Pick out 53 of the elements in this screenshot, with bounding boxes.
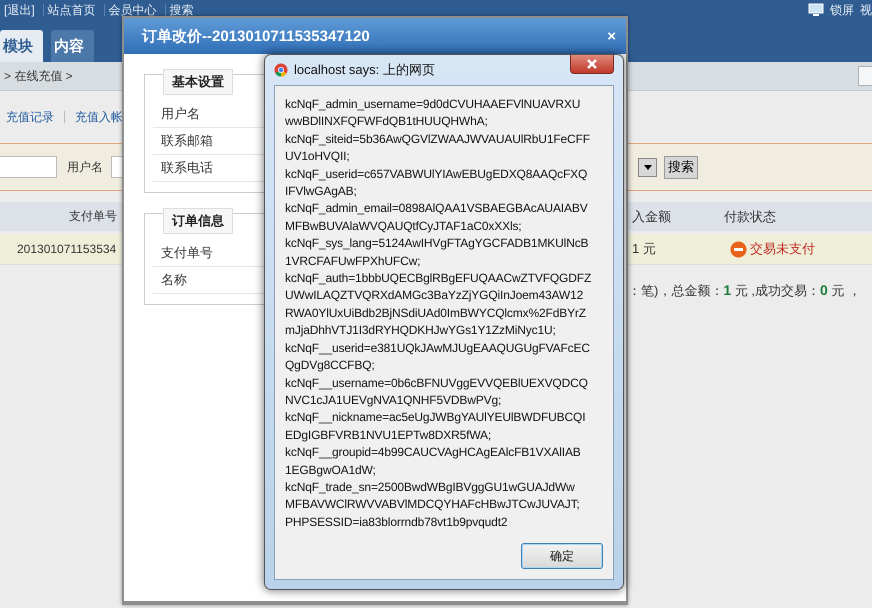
status-text: 交易未支付 — [750, 240, 815, 258]
table-cell: 201301071153534 — [17, 242, 116, 256]
field-label: 用户名 — [67, 158, 103, 176]
column-header: 支付单号 — [69, 208, 117, 225]
alert-title: localhost says: 上的网页 — [294, 61, 435, 79]
breadcrumb: > 在线充值 > — [3, 68, 73, 84]
top-link[interactable]: 搜索 — [166, 4, 202, 16]
browser-icon — [274, 63, 288, 77]
sub-link[interactable]: 充值记录 — [6, 111, 65, 123]
message-line: kcNqF__userid=e381UQkJAwMJUgEAAQUGUgFVAFcEC — [285, 340, 591, 357]
message-line: IFVlwGAgAB; — [285, 183, 358, 200]
message-line: kcNqF_siteid=5b36AwQGVlZWAAJWVAUAUlRbU1FeCFF — [285, 130, 591, 148]
top-link[interactable]: 视 — [860, 2, 872, 18]
dialog-title: 订单改价--2013010711535347120 — [142, 26, 370, 46]
message-line: kcNqF_auth=1bbbUQECBglRBgEFUQAACwZTVFQGDFZ — [285, 270, 592, 288]
table-cell: 1 元 — [632, 241, 656, 256]
message-line: kcNqF__username=0b6cBFNUVggEVVQEBlUEXVQDCQ — [285, 374, 589, 392]
summary-text: ：笔)，总金额：1 元 ,成功交易：0 元 ， — [628, 282, 862, 300]
minus-circle-icon — [730, 240, 747, 258]
section-legend: 订单信息 — [163, 208, 233, 234]
dropdown-button[interactable] — [638, 158, 657, 176]
message-line: kcNqF__nickname=ac5eUgJWBgYAUlYEUlBWDFUBCQI — [285, 409, 586, 426]
ok-button[interactable]: 确定 — [521, 543, 603, 569]
message-line: QgDVg8CCFBQ; — [285, 357, 376, 374]
message-line: PHPSESSID=ia83blorrndb78vt1b9pvqudt2 — [285, 514, 508, 531]
message-line: MFBAVWClRWVVABVlMDCQYHAFcHBwJTCwJUVAJT; — [285, 496, 581, 514]
message-line: kcNqF_admin_email=0898AlQAA1VSBAEGBAcAUAIABV — [285, 200, 589, 218]
message-line: EDgIGBFVRB1NVU1EPTw8DXR5fWA; — [285, 426, 492, 444]
message-line: MFBwBUVAlaWVQAUQtfCyJTAF1aC0xXXls; — [285, 218, 522, 235]
monitor-icon — [808, 3, 824, 17]
input-field[interactable] — [0, 156, 57, 178]
nav-tab[interactable]: 模块 — [0, 30, 43, 62]
message-line: kcNqF_trade_sn=2500BwdWBgIBVggGU1wGUAJdWw — [285, 478, 576, 496]
close-button[interactable] — [570, 55, 614, 74]
message-line: NVC1cJA1UEVgNVA1QNHF5VDBwPVg; — [285, 392, 502, 409]
message-line: 1EGBgwOA1dW; — [285, 462, 377, 479]
message-line: 1VRCFAFUwFPXhUFCw; — [285, 252, 422, 270]
message-line: kcNqF_userid=c657VABWUlYIAwEBUgEDXQ8AAQcFXQ — [285, 166, 588, 183]
nav-tab[interactable]: 内容 — [51, 30, 94, 62]
column-header: 付款状态 — [724, 208, 776, 226]
message-line: wwBDlINXFQFWFdQB1tHUUQHWhA; — [285, 113, 489, 130]
caret-icon — [644, 164, 652, 170]
message-line: RWA0YlUxUiBdb2BjNSdiUAd0ImBWYCQlcmx%2FdBYrZ — [285, 304, 587, 322]
close-icon — [586, 59, 598, 69]
top-link[interactable]: 锁屏 — [830, 2, 854, 18]
message-line: mJjaDhhVTJ1I3dRYHQDKHJwYGs1Y1ZzMiNyc1U; — [285, 322, 557, 340]
close-button[interactable]: × — [607, 28, 616, 44]
column-header: 入金额 — [632, 208, 671, 224]
top-link[interactable]: [退出] — [0, 4, 44, 16]
top-link[interactable]: 站点首页 — [44, 4, 105, 16]
search-button[interactable]: 搜索 — [664, 156, 698, 178]
section-legend: 基本设置 — [163, 69, 233, 95]
message-line: kcNqF__groupid=4b99CAUCVAgHCAgEAlcFB1VXAlIAB — [285, 444, 582, 462]
